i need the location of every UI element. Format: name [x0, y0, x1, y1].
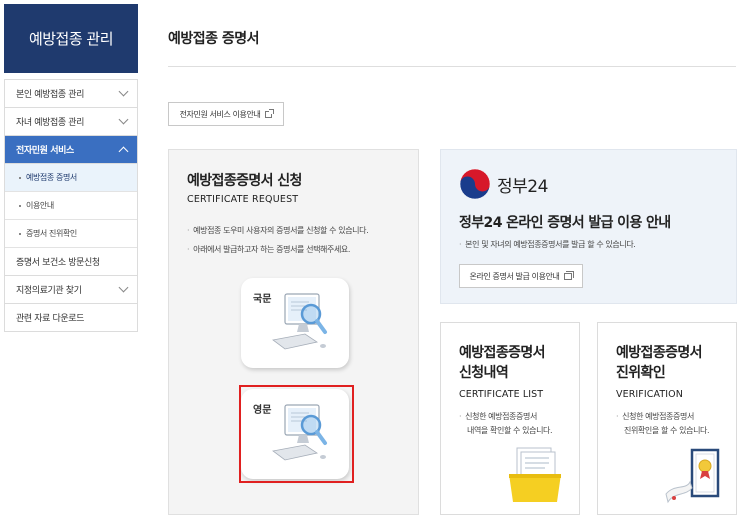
gov24-panel: 정부24 정부24 온라인 증명서 발급 이용 안내 본인 및 자녀의 예방접종…	[440, 149, 737, 304]
certificate-list-description: 신청한 예방접종증명서 내역을 확인할 수 있습니다.	[459, 410, 552, 438]
request-title: 예방접종증명서 신청	[187, 173, 302, 189]
card-desc-line: 진위확인을 할 수 있습니다.	[624, 426, 710, 435]
card-title-line: 신청내역	[459, 365, 509, 381]
certificate-scroll-icon	[665, 448, 720, 504]
sidebar-item-label: 자녀 예방접종 관리	[16, 118, 84, 128]
computer-magnifier-icon	[272, 293, 327, 350]
external-link-icon	[265, 108, 275, 118]
chevron-down-icon	[118, 114, 129, 125]
online-certificate-guide-button[interactable]: 온라인 증명서 발급 이용안내	[459, 264, 583, 288]
request-desc-line: 아래에서 발급하고자 하는 증명서를 선택해주세요.	[187, 240, 368, 259]
verification-title: 예방접종증명서 진위확인	[616, 343, 703, 383]
verification-card[interactable]: 예방접종증명서 진위확인 VERIFICATION 신청한 예방접종증명서 진위…	[597, 322, 737, 515]
card-title-line: 예방접종증명서	[616, 345, 703, 361]
sidebar-item-label: 전자민원 서비스	[16, 146, 74, 156]
card-title-line: 예방접종증명서	[459, 345, 546, 361]
gov24-description: 본인 및 자녀의 예방접종증명서를 발급 할 수 있습니다.	[459, 239, 636, 250]
sidebar-subitem-certificate[interactable]: 예방접종 증명서	[5, 164, 137, 192]
chevron-up-icon	[118, 146, 129, 156]
document-box-icon	[509, 447, 561, 502]
bullet-icon	[19, 176, 21, 179]
sidebar-subitem-label: 이용안내	[26, 201, 54, 210]
sidebar-subitem-label: 증명서 진위확인	[26, 229, 77, 238]
sidebar-item-find-medical-institution[interactable]: 지정의료기관 찾기	[5, 276, 137, 304]
card-desc-line: 신청한 예방접종증명서	[459, 410, 552, 424]
request-subtitle: CERTIFICATE REQUEST	[187, 194, 299, 205]
korean-certificate-button[interactable]: 국문	[241, 278, 349, 368]
verification-description: 신청한 예방접종증명서 진위확인을 할 수 있습니다.	[616, 410, 709, 438]
card-title-line: 진위확인	[616, 365, 666, 381]
card-desc-line: 내역을 확인할 수 있습니다.	[467, 426, 553, 435]
certificate-request-panel: 예방접종증명서 신청 CERTIFICATE REQUEST 예방접종 도우미 …	[168, 149, 419, 515]
sidebar-subitem-label: 예방접종 증명서	[26, 173, 77, 182]
sidebar-item-child-vaccination[interactable]: 자녀 예방접종 관리	[5, 108, 137, 136]
gov24-logo: 정부24	[459, 168, 548, 200]
verification-subtitle: VERIFICATION	[616, 389, 683, 400]
sidebar-menu: 본인 예방접종 관리 자녀 예방접종 관리 전자민원 서비스 예방접종 증명서 …	[4, 79, 138, 332]
new-window-icon	[564, 270, 575, 280]
chevron-down-icon	[118, 86, 129, 97]
card-desc-line: 신청한 예방접종증명서	[616, 410, 709, 424]
certificate-list-subtitle: CERTIFICATE LIST	[459, 389, 544, 400]
taegeuk-icon	[459, 168, 491, 200]
service-guide-label: 전자민원 서비스 이용안내	[179, 109, 261, 119]
gov24-title: 정부24 온라인 증명서 발급 이용 안내	[459, 215, 671, 231]
sidebar-item-label: 본인 예방접종 관리	[16, 90, 84, 100]
sidebar-item-label: 관련 자료 다운로드	[16, 314, 84, 324]
sidebar-subitem-guide[interactable]: 이용안내	[5, 192, 137, 220]
bullet-icon	[19, 204, 21, 207]
selection-highlight	[239, 385, 354, 483]
request-desc-line: 예방접종 도우미 사용자의 증명서를 신청할 수 있습니다.	[187, 221, 368, 240]
divider	[168, 66, 736, 67]
sidebar-item-health-center-visit[interactable]: 증명서 보건소 방문신청	[5, 248, 137, 276]
sidebar-item-label: 지정의료기관 찾기	[16, 286, 82, 296]
page-title: 예방접종 증명서	[168, 31, 260, 47]
chevron-down-icon	[118, 282, 129, 293]
sidebar-subitem-verification[interactable]: 증명서 진위확인	[5, 220, 137, 248]
bullet-icon	[19, 232, 21, 235]
sidebar-item-my-vaccination[interactable]: 본인 예방접종 관리	[5, 80, 137, 108]
online-certificate-guide-label: 온라인 증명서 발급 이용안내	[469, 271, 560, 281]
sidebar-item-downloads[interactable]: 관련 자료 다운로드	[5, 304, 137, 332]
gov24-logo-text: 정부24	[497, 176, 548, 197]
certificate-list-card[interactable]: 예방접종증명서 신청내역 CERTIFICATE LIST 신청한 예방접종증명…	[440, 322, 580, 515]
service-guide-button[interactable]: 전자민원 서비스 이용안내	[168, 102, 284, 126]
sidebar-item-e-civil-service[interactable]: 전자민원 서비스	[5, 136, 137, 164]
request-description: 예방접종 도우미 사용자의 증명서를 신청할 수 있습니다. 아래에서 발급하고…	[187, 221, 368, 259]
certificate-list-title: 예방접종증명서 신청내역	[459, 343, 546, 383]
sidebar-item-label: 증명서 보건소 방문신청	[16, 258, 100, 268]
sidebar: 예방접종 관리 본인 예방접종 관리 자녀 예방접종 관리 전자민원 서비스 예…	[4, 4, 138, 332]
sidebar-title: 예방접종 관리	[4, 4, 138, 73]
